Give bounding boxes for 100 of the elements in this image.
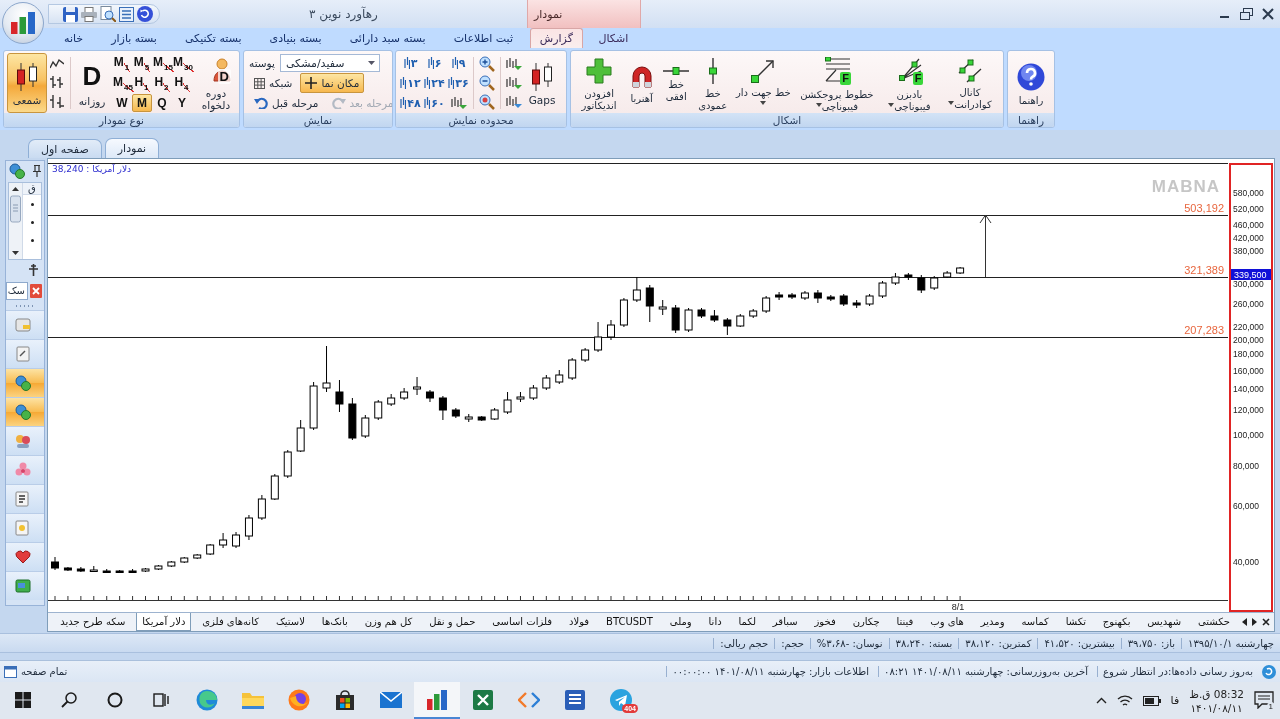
zoom-in-icon[interactable] — [479, 56, 495, 73]
chevron-up-icon[interactable] — [1095, 697, 1107, 704]
close-icon[interactable] — [1262, 618, 1270, 626]
symbol-tab[interactable]: دلار آمریکا — [136, 613, 192, 631]
chart-arrow-icon[interactable] — [506, 94, 522, 109]
tool-button[interactable]: خط جهت دار — [732, 53, 795, 113]
circle-icon[interactable] — [107, 691, 123, 708]
ribbon-tab[interactable]: بسته بازار — [101, 28, 167, 48]
tool-button[interactable]: آهنربا — [624, 53, 659, 113]
symbol-tab[interactable]: BTCUSDT — [600, 613, 659, 631]
tool-button[interactable]: کانال کوادرانت — [940, 53, 1000, 113]
ribbon-tab[interactable]: اشکال — [588, 28, 639, 48]
clock-time[interactable]: 08:32 ق.ظ — [1189, 687, 1244, 700]
active-app-button[interactable] — [414, 682, 460, 719]
range-button[interactable]: ۹ — [447, 54, 470, 72]
ribbon-tab[interactable]: بسته بنیادی — [259, 28, 332, 48]
range-button[interactable]: ۳ — [399, 54, 422, 72]
skin-dropdown[interactable]: سفید/مشکی — [279, 54, 380, 72]
tool-button[interactable]: افزودن اندیکاتور — [574, 53, 625, 113]
symbol-tab[interactable]: فینتا — [890, 613, 920, 631]
window-icon[interactable] — [4, 665, 17, 678]
clock-date[interactable]: ۱۴۰۱/۰۸/۱۱ — [1190, 701, 1243, 714]
chart-arrow-icon[interactable] — [450, 96, 467, 110]
code-brackets-icon[interactable] — [518, 691, 540, 708]
zoom-out-icon[interactable] — [479, 75, 495, 91]
symbol-tab[interactable]: کانه‌های فلزی — [196, 613, 265, 631]
close-icon[interactable] — [1262, 8, 1274, 20]
fullscreen-label[interactable]: تمام صفحه — [21, 666, 68, 677]
symbol-tab[interactable]: بانک‌ها — [315, 613, 354, 631]
document-icon[interactable] — [119, 6, 134, 22]
caret-right-icon[interactable] — [1252, 618, 1257, 626]
symbol-tab[interactable]: بکهنوج — [1096, 613, 1137, 631]
wifi-icon[interactable] — [1116, 694, 1133, 707]
task-view-icon[interactable] — [153, 691, 169, 708]
symbol-tab[interactable]: دانا — [702, 613, 728, 631]
symbol-tab[interactable]: سباقر — [766, 613, 804, 631]
symbol-tab[interactable]: شهدیس — [1141, 613, 1188, 631]
symbol-tab[interactable]: لاستیک — [269, 613, 311, 631]
folder-icon[interactable] — [242, 690, 264, 709]
period-button[interactable]: Y — [172, 94, 192, 112]
browser-icon[interactable] — [196, 688, 218, 711]
period-button[interactable]: M$_{5}$ — [132, 54, 152, 72]
undo-button[interactable]: مرحله قبل — [249, 93, 324, 113]
gaps-button[interactable]: Gaps — [524, 53, 560, 113]
ribbon-tab[interactable]: بسته تکنیکی — [174, 28, 252, 48]
help-button[interactable]: راهنما — [1011, 53, 1051, 113]
nav-item[interactable] — [6, 397, 44, 426]
nav-item[interactable] — [6, 484, 44, 513]
tool-button[interactable]: خط افقی — [659, 53, 694, 113]
spreadsheet-icon[interactable] — [473, 689, 493, 710]
pin-icon[interactable] — [33, 165, 41, 177]
period-button[interactable]: Q — [152, 94, 172, 112]
nav-item[interactable] — [6, 542, 44, 571]
range-button[interactable]: ۶ — [423, 54, 446, 72]
symbol-tab[interactable]: وملی — [663, 613, 698, 631]
range-button[interactable]: ۶۰ — [423, 94, 446, 112]
zoom-reset-icon[interactable] — [479, 93, 495, 110]
chart-arrow-icon[interactable] — [506, 57, 522, 72]
symbol-tab[interactable]: های وب — [924, 613, 970, 631]
shopping-bag-icon[interactable] — [335, 689, 355, 710]
ribbon-tab[interactable]: گزارش — [529, 28, 583, 48]
period-button[interactable]: H$_{4}$ — [172, 74, 192, 92]
period-button[interactable]: W — [112, 94, 132, 112]
language-indicator[interactable]: فا — [1170, 694, 1180, 707]
tool-button[interactable]: خط عمودی — [693, 53, 732, 113]
ribbon-tab[interactable]: ثبت اطلاعات — [443, 28, 523, 48]
save-icon[interactable] — [63, 6, 78, 22]
document-tab[interactable]: صفحه اول — [28, 139, 102, 158]
mail-icon[interactable] — [380, 691, 402, 708]
symbol-tab[interactable]: ومدیر — [974, 613, 1011, 631]
symbol-tab[interactable]: کماسه — [1015, 613, 1055, 631]
nav-item[interactable] — [6, 368, 44, 397]
nav-item[interactable] — [6, 426, 44, 455]
chart-arrow-icon[interactable] — [506, 76, 522, 90]
bar-chart-icon[interactable] — [427, 689, 447, 710]
ohlc-bars-icon[interactable] — [50, 94, 64, 109]
windows-logo-icon[interactable] — [15, 691, 31, 708]
cursor-button[interactable]: مکان نما — [300, 73, 365, 93]
restore-icon[interactable] — [1240, 8, 1253, 20]
notification-icon[interactable] — [1254, 690, 1274, 709]
symbol-tab[interactable]: فخوز — [808, 613, 842, 631]
scrollbar[interactable] — [9, 183, 22, 259]
ohlc-bars-icon[interactable] — [50, 75, 64, 89]
candlestick-button[interactable]: شمعی — [7, 53, 47, 113]
symbol-tab[interactable]: چکارن — [846, 613, 886, 631]
range-button[interactable]: ۲۴ — [423, 74, 446, 92]
document-icon[interactable] — [565, 689, 585, 710]
period-button[interactable]: H$_{2}$ — [152, 74, 172, 92]
printer-icon[interactable] — [81, 6, 97, 22]
symbol-tab[interactable]: لکما — [732, 613, 762, 631]
ribbon-tab[interactable]: خانه — [54, 28, 94, 48]
symbol-tab[interactable]: فلزات اساسی — [486, 613, 559, 631]
symbol-tab[interactable]: فولاد — [563, 613, 596, 631]
period-button[interactable]: M — [132, 94, 152, 112]
symbol-tab[interactable]: سکه طرح جدید — [54, 613, 132, 631]
range-button[interactable]: ۴۸ — [399, 94, 422, 112]
print-preview-icon[interactable] — [100, 6, 116, 22]
range-button[interactable]: ۱۲ — [399, 74, 422, 92]
symbol-tab[interactable]: تکشا — [1059, 613, 1092, 631]
symbol-tab[interactable]: حمل و نقل — [423, 613, 482, 631]
